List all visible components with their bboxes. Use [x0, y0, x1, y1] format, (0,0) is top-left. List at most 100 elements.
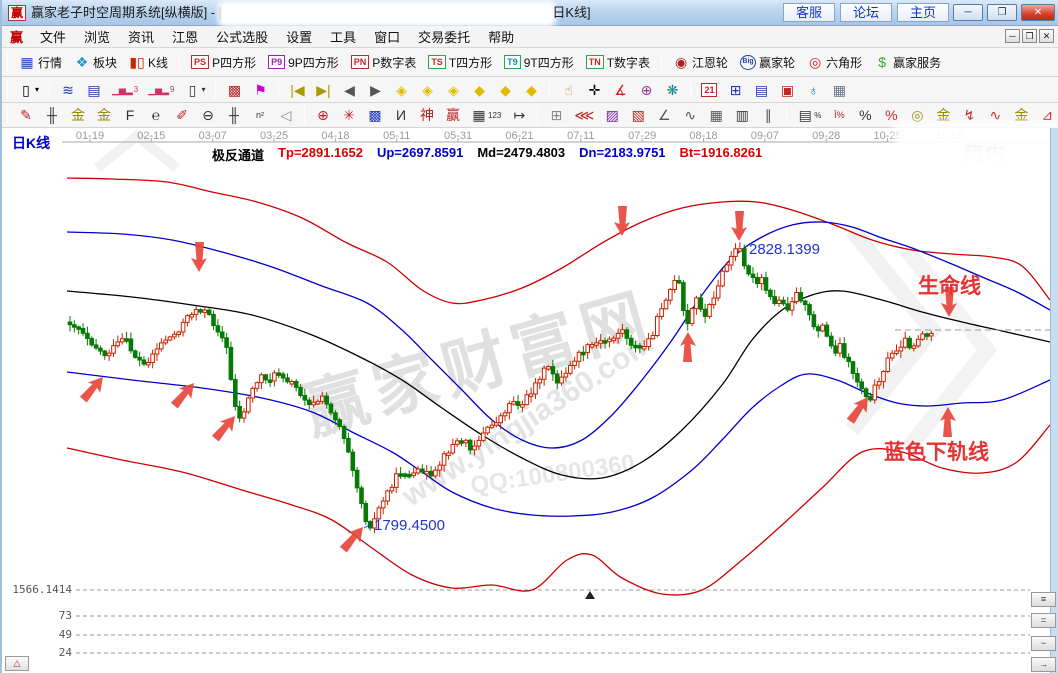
- step-forward-button[interactable]: ▶: [363, 79, 387, 101]
- menu-item-2[interactable]: 资讯: [119, 28, 163, 47]
- winner-wheel-button[interactable]: Big赢家轮: [735, 51, 800, 74]
- menu-item-1[interactable]: 浏览: [75, 28, 119, 47]
- pane-resize-button-1[interactable]: =: [1031, 613, 1056, 628]
- draw-tri-button[interactable]: ◁: [274, 104, 298, 126]
- meas-gold-line-button[interactable]: 金: [931, 104, 955, 126]
- draw-zig-button[interactable]: ∿: [678, 104, 702, 126]
- p-square-button[interactable]: PSP四方形: [186, 51, 261, 74]
- gann-tool-button[interactable]: ⊕: [634, 79, 658, 101]
- meas-pct-button[interactable]: %: [853, 104, 877, 126]
- draw-box-fan-button[interactable]: ▨: [600, 104, 624, 126]
- draw-net-button[interactable]: ▩: [363, 104, 387, 126]
- menu-item-4[interactable]: 公式选股: [207, 28, 277, 47]
- calendar-button[interactable]: 21: [697, 80, 721, 100]
- draw-ying-button[interactable]: 赢: [441, 104, 465, 126]
- home-button[interactable]: 主页: [897, 3, 949, 22]
- mdi-minimize-icon[interactable]: ─: [1005, 29, 1020, 43]
- restore-icon[interactable]: ❐: [987, 4, 1017, 21]
- menu-item-3[interactable]: 江恩: [163, 28, 207, 47]
- draw-ruler-button[interactable]: ╫: [222, 104, 246, 126]
- meas-l-button[interactable]: ⊿: [1035, 104, 1058, 126]
- network-button[interactable]: ♁: [801, 79, 825, 101]
- t-square-button[interactable]: TST四方形: [423, 51, 497, 74]
- menu-item-8[interactable]: 交易委托: [409, 28, 479, 47]
- kline-plot[interactable]: [2, 128, 1058, 673]
- diamond-expand-button[interactable]: ◈: [441, 79, 465, 101]
- p-number-button[interactable]: PNP数字表: [346, 51, 422, 74]
- kline-button[interactable]: ▮▯K线: [124, 51, 173, 74]
- draw-frame-button[interactable]: ⊞: [544, 104, 568, 126]
- angle-tool-button[interactable]: ∡: [608, 79, 632, 101]
- expand-pane-button[interactable]: △: [5, 656, 29, 671]
- remote-button[interactable]: ▦: [827, 79, 851, 101]
- compress-view-button[interactable]: ≋: [56, 79, 80, 101]
- draw-grid3-button[interactable]: ▥: [730, 104, 754, 126]
- pane-resize-button-3[interactable]: →: [1031, 657, 1056, 672]
- diamond-right-button[interactable]: ◈: [415, 79, 439, 101]
- draw-pencil-button[interactable]: ✎: [14, 104, 38, 126]
- draw-span-button[interactable]: ↦: [507, 104, 531, 126]
- meas-pct2-button[interactable]: %: [879, 104, 903, 126]
- save-button[interactable]: ▣: [775, 79, 799, 101]
- cycle-tool-button[interactable]: ❋: [660, 79, 684, 101]
- crosshair-tool-button[interactable]: ✛: [582, 79, 606, 101]
- calculator-button[interactable]: ⊞: [723, 79, 747, 101]
- meas-gold2-button[interactable]: 金: [1009, 104, 1033, 126]
- mdi-close-icon[interactable]: ✕: [1039, 29, 1054, 43]
- quotes-button[interactable]: ▦行情: [14, 51, 67, 74]
- close-icon[interactable]: ✕: [1021, 4, 1055, 21]
- draw-wave-button[interactable]: И: [389, 104, 413, 126]
- notes-button[interactable]: ▤: [749, 79, 773, 101]
- draw-fibo-button[interactable]: F: [118, 104, 142, 126]
- pattern-button[interactable]: ▩: [222, 79, 246, 101]
- draw-table123-button[interactable]: ▦123: [467, 104, 505, 126]
- draw-grid2-button[interactable]: ▦: [704, 104, 728, 126]
- menu-item-6[interactable]: 工具: [321, 28, 365, 47]
- draw-spiral-button[interactable]: ℮: [144, 104, 168, 126]
- candle-style-dropdown[interactable]: ▯▾: [180, 79, 209, 101]
- draw-lines-button[interactable]: ∥: [756, 104, 780, 126]
- draw-angle2-button[interactable]: ∠: [652, 104, 676, 126]
- info-note-button[interactable]: ▤: [82, 79, 106, 101]
- menu-item-5[interactable]: 设置: [277, 28, 321, 47]
- draw-fan-button[interactable]: ⋘: [570, 104, 598, 126]
- draw-gold-a-button[interactable]: 金: [66, 104, 90, 126]
- draw-gold-b-button[interactable]: 金: [92, 104, 116, 126]
- draw-n2-button[interactable]: n²: [248, 104, 272, 126]
- step-back-button[interactable]: ◀: [337, 79, 361, 101]
- menu-item-7[interactable]: 窗口: [365, 28, 409, 47]
- bars-9-button[interactable]: ▁▅▂9: [144, 79, 178, 101]
- draw-shen-button[interactable]: 神: [415, 104, 439, 126]
- menu-item-9[interactable]: 帮助: [479, 28, 523, 47]
- meas-wave2-button[interactable]: ∿: [983, 104, 1007, 126]
- hexagon-button[interactable]: ◎六角形: [802, 51, 867, 74]
- menu-item-0[interactable]: 文件: [31, 28, 75, 47]
- diamond-shrink-button[interactable]: ◆: [467, 79, 491, 101]
- draw-grid-button[interactable]: ╫: [40, 104, 64, 126]
- meas-gold-ring-button[interactable]: ◎: [905, 104, 929, 126]
- 9p-square-button[interactable]: P99P四方形: [263, 51, 344, 74]
- draw-pen2-button[interactable]: ✐: [170, 104, 194, 126]
- pane-resize-button-2[interactable]: −: [1031, 636, 1056, 651]
- flag-button[interactable]: ⚑: [248, 79, 272, 101]
- minimize-icon[interactable]: ─: [953, 4, 983, 21]
- support-button[interactable]: 客服: [783, 3, 835, 22]
- meas-pct-line-button[interactable]: Ī%: [827, 104, 851, 126]
- diamond-left-button[interactable]: ◈: [389, 79, 413, 101]
- draw-star-button[interactable]: ✳: [337, 104, 361, 126]
- gann-wheel-button[interactable]: ◉江恩轮: [668, 51, 733, 74]
- meas-scale-button[interactable]: ▤%: [793, 104, 825, 126]
- hand-tool-button[interactable]: ☝: [556, 79, 580, 101]
- meas-bolt-button[interactable]: ↯: [957, 104, 981, 126]
- go-first-button[interactable]: |◀: [285, 79, 309, 101]
- t-number-button[interactable]: TNT数字表: [581, 51, 655, 74]
- sectors-button[interactable]: ❖板块: [69, 51, 122, 74]
- chart-area[interactable]: 赢家财富网 www.yingjia360.com QQ:100800360 日K…: [2, 128, 1058, 673]
- kline-period-dropdown[interactable]: ▯▾: [14, 79, 43, 101]
- forum-button[interactable]: 论坛: [840, 3, 892, 22]
- pane-resize-button-0[interactable]: ≡: [1031, 592, 1056, 607]
- mdi-restore-icon[interactable]: ❐: [1022, 29, 1037, 43]
- diamond-all-button[interactable]: ◆: [493, 79, 517, 101]
- go-last-button[interactable]: ▶|: [311, 79, 335, 101]
- winner-service-button[interactable]: $赢家服务: [869, 51, 946, 74]
